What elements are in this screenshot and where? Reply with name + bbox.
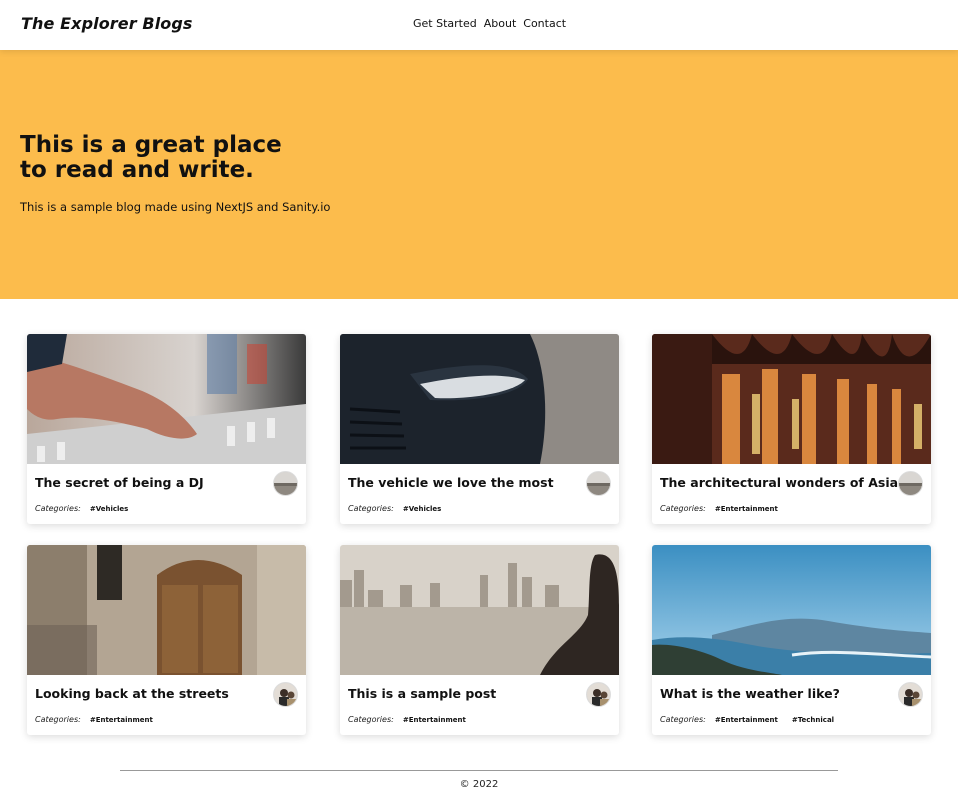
post-title[interactable]: The vehicle we love the most [348, 475, 554, 490]
post-card-streets[interactable]: Looking back at the streets Categories: … [27, 545, 306, 735]
post-categories: Categories: #Vehicles [348, 504, 455, 513]
footer-copyright: © 2022 [459, 779, 499, 790]
post-card-architecture[interactable]: The architectural wonders of Asia Catego… [652, 334, 931, 524]
post-title[interactable]: What is the weather like? [660, 686, 840, 701]
categories-label: Categories: [660, 715, 706, 724]
category-tag[interactable]: #Entertainment [90, 716, 153, 724]
hero-subtitle: This is a sample blog made using NextJS … [20, 200, 331, 214]
author-avatar[interactable] [273, 682, 298, 707]
categories-label: Categories: [35, 715, 81, 724]
author-avatar[interactable] [898, 471, 923, 496]
main-nav: Get Started About Contact [413, 17, 566, 30]
author-avatar[interactable] [586, 682, 611, 707]
category-tag[interactable]: #Entertainment [715, 716, 778, 724]
category-tag[interactable]: #Technical [792, 716, 834, 724]
post-categories: Categories: #Vehicles [35, 504, 142, 513]
brand-logo[interactable]: The Explorer Blogs [21, 14, 193, 33]
post-categories: Categories: #Entertainment [348, 715, 480, 724]
categories-label: Categories: [348, 715, 394, 724]
city-skyline-image[interactable] [340, 545, 619, 675]
hero-title: This is a great place to read and write. [20, 132, 282, 183]
old-door-image[interactable] [27, 545, 306, 675]
car-headlight-image[interactable] [340, 334, 619, 464]
nav-about[interactable]: About [484, 17, 517, 30]
categories-label: Categories: [35, 504, 81, 513]
post-categories: Categories: #Entertainment [35, 715, 167, 724]
author-avatar[interactable] [898, 682, 923, 707]
post-card-vehicle[interactable]: The vehicle we love the most Categories:… [340, 334, 619, 524]
post-card-sample[interactable]: This is a sample post Categories: #Enter… [340, 545, 619, 735]
author-avatar[interactable] [586, 471, 611, 496]
category-tag[interactable]: #Entertainment [715, 505, 778, 513]
post-categories: Categories: #Entertainment [660, 504, 792, 513]
coast-sky-image[interactable] [652, 545, 931, 675]
post-card-weather[interactable]: What is the weather like? Categories: #E… [652, 545, 931, 735]
post-title[interactable]: This is a sample post [348, 686, 496, 701]
nav-get-started[interactable]: Get Started [413, 17, 477, 30]
post-title[interactable]: The architectural wonders of Asia [660, 475, 898, 490]
post-title[interactable]: Looking back at the streets [35, 686, 229, 701]
nav-contact[interactable]: Contact [523, 17, 566, 30]
author-avatar[interactable] [273, 471, 298, 496]
post-categories: Categories: #Entertainment #Technical [660, 715, 848, 724]
arches-corridor-image[interactable] [652, 334, 931, 464]
category-tag[interactable]: #Entertainment [403, 716, 466, 724]
site-header: The Explorer Blogs Get Started About Con… [0, 0, 958, 50]
post-title[interactable]: The secret of being a DJ [35, 475, 204, 490]
dj-mixer-image[interactable] [27, 334, 306, 464]
footer-divider [120, 770, 838, 771]
post-card-dj[interactable]: The secret of being a DJ Categories: #Ve… [27, 334, 306, 524]
category-tag[interactable]: #Vehicles [403, 505, 442, 513]
hero-banner: This is a great place to read and write.… [0, 50, 958, 299]
categories-label: Categories: [660, 504, 706, 513]
category-tag[interactable]: #Vehicles [90, 505, 129, 513]
categories-label: Categories: [348, 504, 394, 513]
